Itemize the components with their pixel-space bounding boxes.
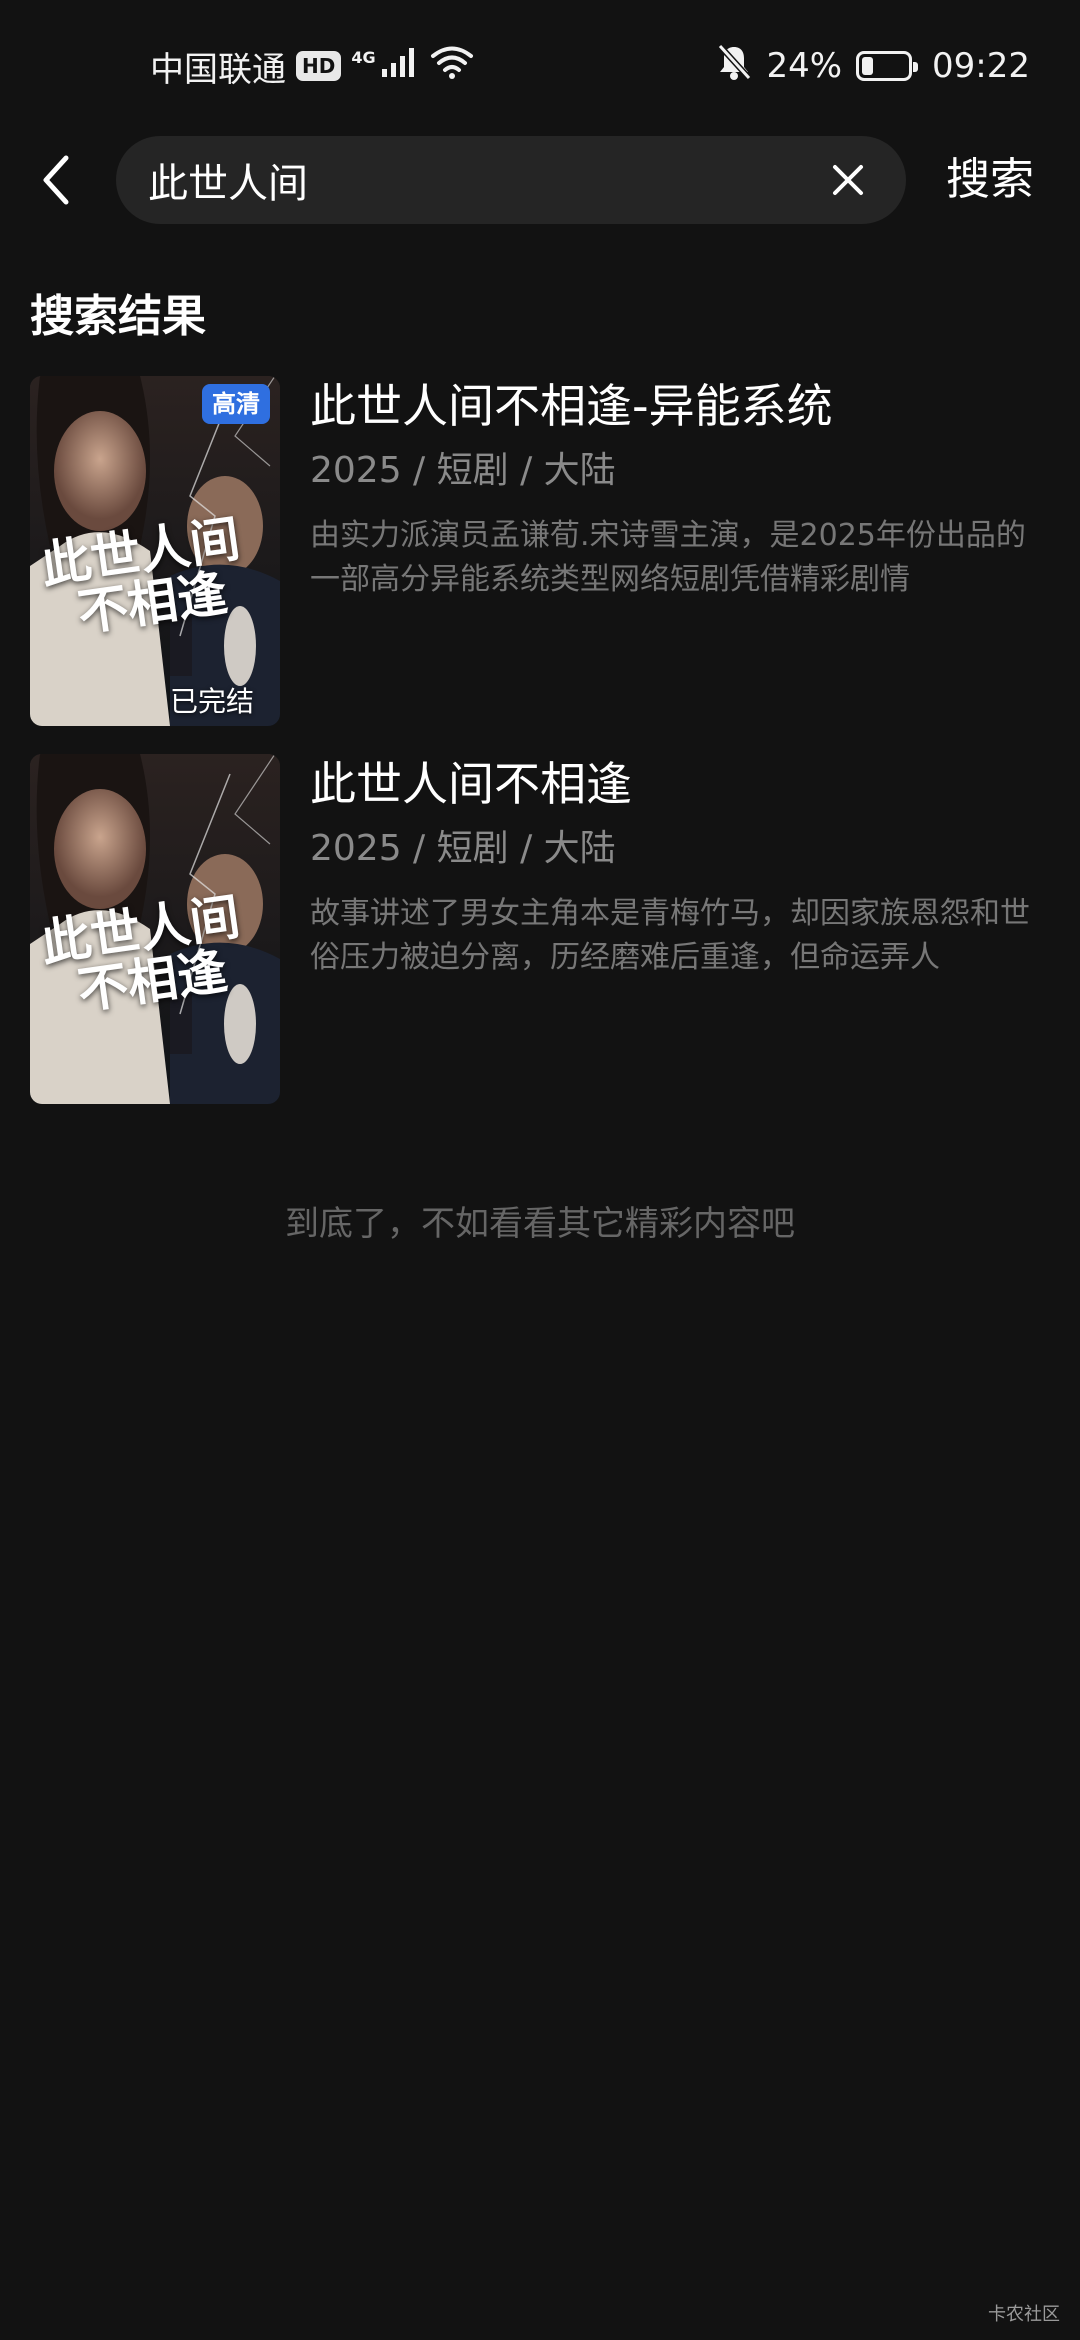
chevron-left-icon	[43, 155, 69, 205]
status-right: 24% 09:22	[716, 43, 1030, 90]
wifi-icon	[430, 45, 474, 88]
end-of-list-hint: 到底了，不如看看其它精彩内容吧	[285, 1204, 795, 1244]
result-description: 由实力派演员孟谦荀.宋诗雪主演，是2025年份出品的一部高分异能系统类型网络短剧…	[310, 518, 1026, 597]
completed-label: 已完结	[169, 685, 254, 718]
result-description: 故事讲述了男女主角本是青梅竹马，却因家族恩怨和世俗压力被迫分离，历经磨难后重逢，…	[310, 896, 1030, 975]
status-bar: 中国联通 HD 4G 24% 09:22	[0, 0, 1080, 132]
battery-icon	[856, 51, 919, 81]
watermark: 卡农社区	[988, 2304, 1060, 2325]
signal-icon	[380, 45, 420, 88]
close-icon	[833, 165, 863, 195]
bell-muted-icon	[716, 43, 752, 90]
result-meta: 2025 / 短剧 / 大陆	[310, 828, 616, 869]
section-title: 搜索结果	[30, 291, 206, 342]
clock: 09:22	[932, 46, 1030, 86]
result-item[interactable]: 此世人间 不相逢 此世人间不相逢 2025 / 短剧 / 大陆 故事讲述了男女主…	[30, 754, 1060, 1104]
search-input[interactable]	[148, 136, 808, 224]
battery-percent: 24%	[766, 46, 843, 86]
result-item[interactable]: 此世人间 不相逢 高清 已完结 此世人间不相逢-异能系统 2025 / 短剧 /…	[30, 376, 1060, 726]
result-meta: 2025 / 短剧 / 大陆	[310, 450, 616, 491]
result-title[interactable]: 此世人间不相逢	[310, 754, 1050, 814]
search-bar: 搜索	[0, 136, 1080, 224]
search-box	[116, 136, 906, 224]
back-button[interactable]	[26, 150, 86, 210]
battery-fill	[862, 57, 873, 75]
poster-image[interactable]: 此世人间 不相逢	[30, 754, 280, 1104]
clear-button[interactable]	[826, 158, 870, 202]
result-title[interactable]: 此世人间不相逢-异能系统	[310, 376, 1050, 436]
status-left: 中国联通 HD 4G	[150, 44, 474, 90]
network-type: 4G	[351, 47, 376, 67]
hd-badge: HD	[296, 51, 342, 81]
poster-image[interactable]: 此世人间 不相逢 高清 已完结	[30, 376, 280, 726]
hd-quality-badge: 高清	[202, 384, 270, 424]
carrier-name: 中国联通	[150, 49, 286, 90]
search-button[interactable]: 搜索	[946, 150, 1034, 210]
